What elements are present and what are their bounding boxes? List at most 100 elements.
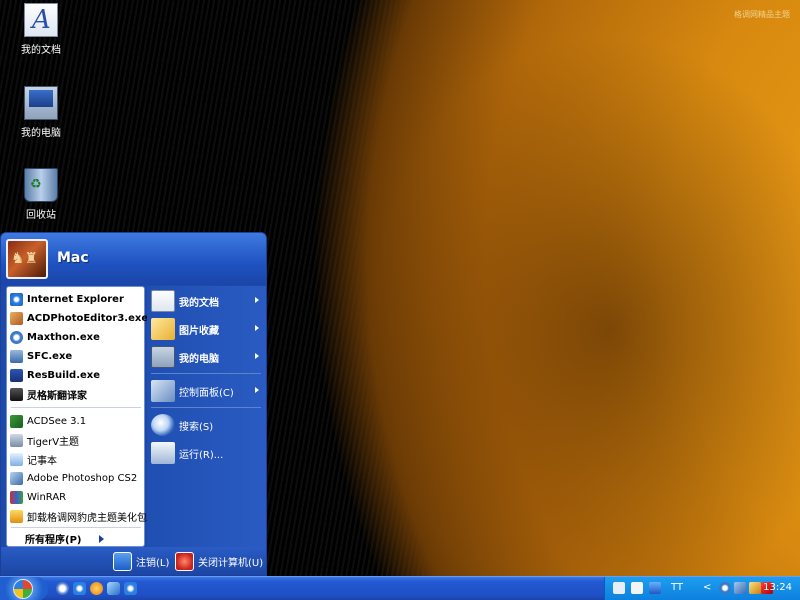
- chevron-left-icon[interactable]: <: [703, 582, 715, 594]
- lingoes-icon: [10, 387, 23, 401]
- my-computer-icon: [24, 86, 58, 120]
- places-item-label: 搜索(S): [179, 421, 214, 433]
- show-desktop-icon[interactable]: [56, 582, 69, 595]
- pinned-item-maxthon[interactable]: Maxthon.exe: [10, 328, 144, 346]
- acdsee-icon: [10, 414, 23, 428]
- resbuild-icon: [10, 368, 23, 382]
- recent-item-label: 记事本: [27, 455, 57, 467]
- help-icon[interactable]: [631, 582, 643, 594]
- desktop-icon-label: 回收站: [26, 210, 56, 221]
- pinned-item-label: SFC.exe: [27, 350, 73, 362]
- control-panel-icon: [151, 380, 175, 402]
- logoff-label: 注销(L): [136, 558, 170, 569]
- places-item-label: 图片收藏: [179, 325, 219, 337]
- all-programs-button[interactable]: 所有程序(P): [25, 531, 105, 546]
- start-menu-programs-pane: Internet Explorer ACDPhotoEditor3.exe Ma…: [6, 286, 148, 547]
- pinned-item-label: ResBuild.exe: [27, 369, 101, 381]
- places-item-label: 控制面板(C): [179, 387, 234, 399]
- network-icon[interactable]: [734, 582, 746, 594]
- my-computer-icon: [151, 346, 175, 368]
- my-documents-icon: [151, 290, 175, 312]
- shutdown-label: 关闭计算机(U): [198, 558, 264, 569]
- pinned-item-internet-explorer[interactable]: Internet Explorer: [10, 290, 144, 308]
- notepad-icon: [10, 452, 23, 466]
- volume-icon[interactable]: [749, 582, 761, 594]
- menu-separator: [11, 527, 141, 528]
- places-item-label: 我的文档: [179, 297, 219, 309]
- tray-text[interactable]: TT: [671, 582, 683, 593]
- media-icon[interactable]: [107, 582, 120, 595]
- start-menu-places-pane: 我的文档 图片收藏 我的电脑 控制面板(C) 搜索(S) 运行(R)...: [147, 286, 266, 547]
- recent-item-tigerv[interactable]: TigerV主题: [10, 431, 144, 449]
- start-button[interactable]: [0, 577, 48, 600]
- places-item-my-documents[interactable]: 我的文档: [151, 288, 265, 314]
- start-menu-header: Mac: [1, 233, 266, 285]
- user-avatar[interactable]: [6, 239, 48, 279]
- pinned-item-label: Internet Explorer: [27, 293, 124, 305]
- taskbar-clock[interactable]: 13:24: [763, 582, 792, 593]
- taskbar: TT < 13:24: [0, 576, 800, 600]
- pinned-item-acdphotoeditor[interactable]: ACDPhotoEditor3.exe: [10, 309, 148, 327]
- uninstall-icon: [10, 509, 23, 523]
- ie-icon[interactable]: [73, 582, 86, 595]
- maxthon-icon: [10, 330, 23, 344]
- my-documents-icon: [24, 3, 58, 37]
- recent-item-label: TigerV主题: [27, 436, 80, 448]
- ie-icon[interactable]: [124, 582, 137, 595]
- chevron-right-icon: [255, 297, 259, 303]
- pinned-item-lingoes[interactable]: 灵格斯翻译家: [10, 385, 144, 403]
- user-name: Mac: [57, 250, 89, 266]
- recent-item-label: Adobe Photoshop CS2: [27, 472, 138, 484]
- menu-separator: [151, 373, 261, 374]
- run-icon: [151, 442, 175, 464]
- wallpaper-watermark: 格调网精品主题: [734, 10, 790, 19]
- input-method-icon[interactable]: [649, 582, 661, 594]
- pinned-item-label: Maxthon.exe: [27, 331, 100, 343]
- desktop-icon-label: 我的电脑: [21, 128, 61, 139]
- recent-item-uninstall-theme[interactable]: 卸载格调网豹虎主题美化包: [10, 507, 147, 525]
- pinned-item-label: ACDPhotoEditor3.exe: [27, 312, 149, 324]
- places-item-label: 我的电脑: [179, 353, 219, 365]
- places-item-my-pictures[interactable]: 图片收藏: [151, 316, 265, 342]
- chevron-right-icon: [255, 325, 259, 331]
- places-item-search[interactable]: 搜索(S): [151, 412, 265, 438]
- recent-item-label: 卸载格调网豹虎主题美化包: [27, 512, 147, 524]
- chevron-right-icon: [99, 534, 105, 543]
- places-item-control-panel[interactable]: 控制面板(C): [151, 378, 265, 404]
- menu-separator: [151, 407, 261, 408]
- windows-logo-icon: [13, 579, 33, 599]
- chevron-right-icon: [255, 353, 259, 359]
- places-item-label: 运行(R)...: [179, 449, 224, 461]
- recent-item-winrar[interactable]: WinRAR: [10, 488, 144, 506]
- pinned-item-sfc[interactable]: SFC.exe: [10, 347, 144, 365]
- tigerv-icon: [10, 433, 23, 447]
- pinned-item-resbuild[interactable]: ResBuild.exe: [10, 366, 144, 384]
- start-menu-footer: 注销(L) 关闭计算机(U): [1, 547, 266, 575]
- recent-item-notepad[interactable]: 记事本: [10, 450, 144, 468]
- recent-item-label: ACDSee 3.1: [27, 415, 87, 427]
- sfc-icon: [10, 349, 23, 363]
- start-menu: Mac Internet Explorer ACDPhotoEditor3.ex…: [0, 232, 267, 576]
- desktop-icon-my-computer[interactable]: 我的电脑: [6, 86, 76, 139]
- maxthon-icon[interactable]: [719, 582, 731, 594]
- desktop-icon-my-documents[interactable]: 我的文档: [6, 3, 76, 56]
- acd-photo-editor-icon: [10, 311, 23, 325]
- shutdown-button[interactable]: 关闭计算机(U): [175, 552, 263, 571]
- recent-item-acdsee[interactable]: ACDSee 3.1: [10, 412, 144, 430]
- search-icon: [151, 414, 175, 436]
- places-item-my-computer[interactable]: 我的电脑: [151, 344, 265, 370]
- desktop-icon-label: 我的文档: [21, 45, 61, 56]
- recent-item-photoshop[interactable]: Adobe Photoshop CS2: [10, 469, 144, 487]
- places-item-run[interactable]: 运行(R)...: [151, 440, 265, 466]
- my-pictures-icon: [151, 318, 175, 340]
- logoff-button[interactable]: 注销(L): [113, 552, 169, 571]
- desktop-icon-recycle-bin[interactable]: 回收站: [6, 168, 76, 221]
- menu-separator: [11, 407, 141, 408]
- messenger-icon[interactable]: [90, 582, 103, 595]
- photoshop-icon: [10, 471, 23, 485]
- power-icon: [175, 552, 194, 571]
- lock-icon: [113, 552, 132, 571]
- recent-item-label: WinRAR: [27, 491, 67, 503]
- pinned-item-label: 灵格斯翻译家: [27, 390, 87, 402]
- keyboard-icon[interactable]: [613, 582, 625, 594]
